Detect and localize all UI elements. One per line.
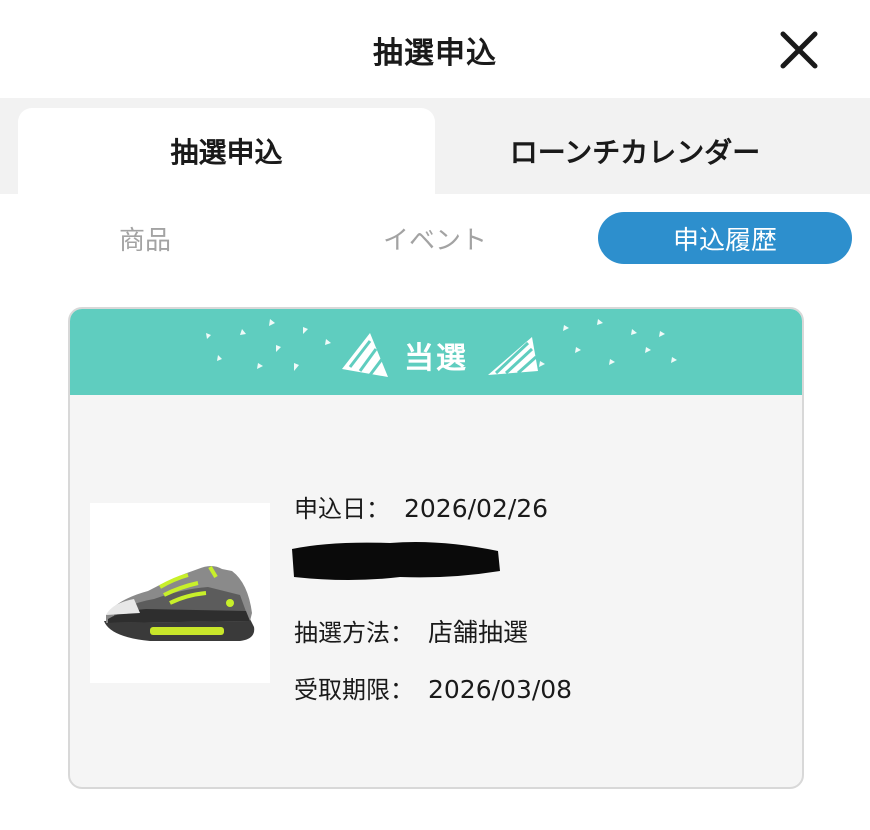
- tab-launch-calendar[interactable]: ローンチカレンダー: [435, 108, 835, 194]
- page-title: 抽選申込: [373, 36, 497, 71]
- subtab-events[interactable]: イベント: [360, 212, 510, 264]
- apply-date-label: 申込日：: [294, 495, 390, 523]
- result-status: 当選: [404, 341, 468, 376]
- application-card[interactable]: 当選 申込日： 2026/02/26 抽選方法： 店舗抽選 受取期限： 2026…: [68, 307, 804, 789]
- tab-lottery-apply[interactable]: 抽選申込: [18, 108, 435, 194]
- close-icon: [780, 31, 818, 69]
- product-image: [90, 503, 270, 683]
- subtab-products[interactable]: 商品: [85, 212, 205, 264]
- apply-date-row: 申込日： 2026/02/26: [294, 489, 548, 524]
- lottery-method-row: 抽選方法： 店舗抽選: [294, 613, 528, 649]
- subtab-application-history[interactable]: 申込履歴: [598, 212, 852, 264]
- result-banner: 当選: [70, 309, 802, 395]
- sub-tabs: 商品 イベント 申込履歴: [0, 194, 870, 294]
- pickup-deadline-value: 2026/03/08: [428, 675, 573, 704]
- page: 抽選申込 抽選申込 ローンチカレンダー 商品 イベント 申込履歴 当選 申込日：…: [0, 0, 870, 830]
- pickup-deadline-label: 受取期限：: [294, 676, 414, 704]
- pickup-deadline-row: 受取期限： 2026/03/08: [294, 670, 572, 705]
- header: 抽選申込: [0, 0, 870, 98]
- sneaker-image: [104, 565, 255, 641]
- lottery-method-label: 抽選方法：: [294, 619, 414, 647]
- redaction-mark: [292, 542, 500, 580]
- lottery-method-value: 店舗抽選: [428, 618, 529, 647]
- apply-date-value: 2026/02/26: [404, 494, 549, 523]
- close-button[interactable]: [775, 26, 823, 74]
- main-tabs: 抽選申込 ローンチカレンダー: [0, 98, 870, 194]
